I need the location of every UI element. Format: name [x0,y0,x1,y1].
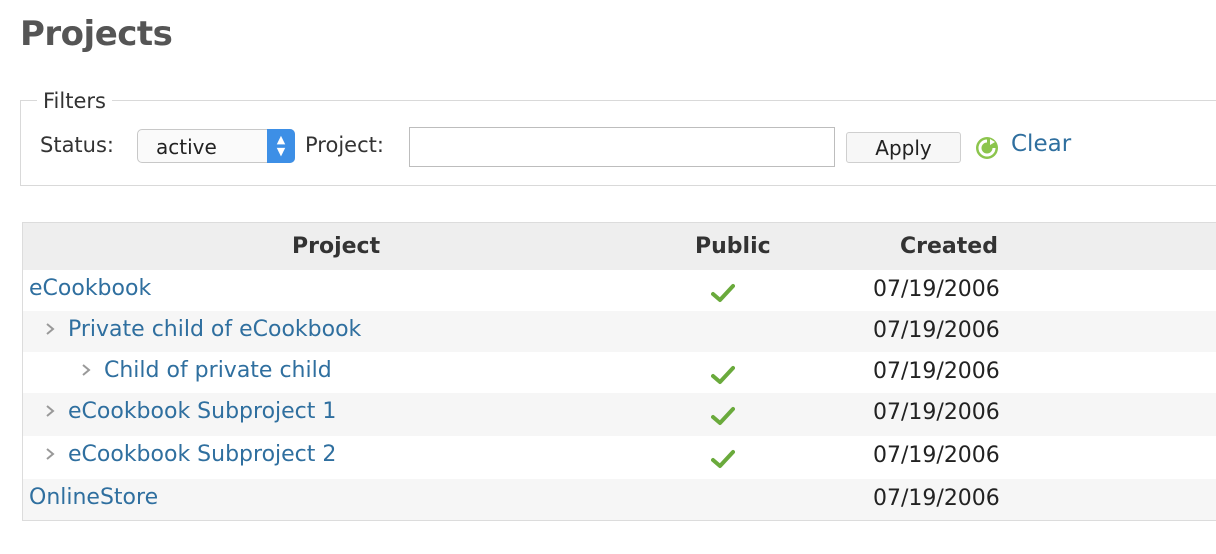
chevron-right-icon[interactable] [45,322,55,336]
created-date: 07/19/2006 [873,277,1000,302]
table-row: OnlineStore 07/19/2006 [23,479,1216,520]
select-arrows-icon: ▲ ▼ [267,129,295,163]
status-label: Status: [40,133,114,157]
project-link[interactable]: OnlineStore [29,485,158,510]
filters-fieldset: Filters Status: active ▲ ▼ Project: Apply… [20,89,1216,186]
status-select[interactable]: active ▲ ▼ [137,129,295,163]
project-label: Project: [305,133,384,157]
projects-table: Project Public Created eCookbook 07/19/2… [22,222,1216,521]
checkmark-icon [711,366,735,384]
table-header-row: Project Public Created [23,223,1216,270]
project-link[interactable]: eCookbook Subproject 1 [68,399,336,424]
table-row: eCookbook Subproject 1 07/19/2006 [23,393,1216,436]
table-row: eCookbook 07/19/2006 [23,270,1216,311]
created-date: 07/19/2006 [873,400,1000,425]
project-link[interactable]: Private child of eCookbook [68,317,361,342]
column-header-created[interactable]: Created [900,234,998,259]
column-header-project[interactable]: Project [292,234,380,259]
checkmark-icon [711,450,735,468]
created-date: 07/19/2006 [873,443,1000,468]
project-link[interactable]: Child of private child [104,358,332,383]
status-select-value: active [156,135,217,159]
table-row: Private child of eCookbook 07/19/2006 [23,311,1216,352]
created-date: 07/19/2006 [873,486,1000,511]
filters-legend[interactable]: Filters [37,89,112,113]
reload-icon[interactable] [974,135,1000,161]
apply-button[interactable]: Apply [846,132,961,163]
column-header-public[interactable]: Public [695,234,771,259]
table-row: Child of private child 07/19/2006 [23,352,1216,393]
page-title: Projects [20,14,173,54]
table-row: eCookbook Subproject 2 07/19/2006 [23,436,1216,479]
chevron-right-icon[interactable] [45,404,55,418]
chevron-right-icon[interactable] [81,363,91,377]
created-date: 07/19/2006 [873,318,1000,343]
created-date: 07/19/2006 [873,359,1000,384]
clear-link[interactable]: Clear [1011,131,1071,157]
project-link[interactable]: eCookbook Subproject 2 [68,442,336,467]
project-filter-input[interactable] [409,127,835,167]
chevron-right-icon[interactable] [45,447,55,461]
checkmark-icon [711,284,735,302]
project-link[interactable]: eCookbook [29,276,151,301]
checkmark-icon [711,407,735,425]
